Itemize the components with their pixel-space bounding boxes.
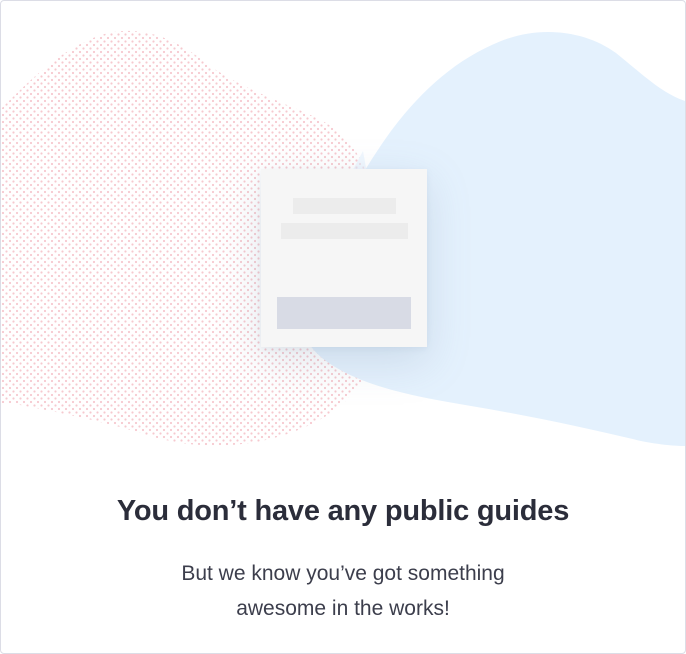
placeholder-subtitle-line (281, 223, 408, 239)
empty-state-message: But we know you’ve got something awesome… (181, 562, 505, 620)
empty-state-title: You don’t have any public guides (116, 495, 570, 527)
placeholder-button-shape (277, 297, 411, 329)
empty-state-card: You don’t have any public guides But we … (0, 0, 686, 654)
placeholder-title-line (293, 198, 396, 214)
empty-state-illustration (1, 1, 685, 471)
guide-placeholder-icon (261, 169, 427, 347)
